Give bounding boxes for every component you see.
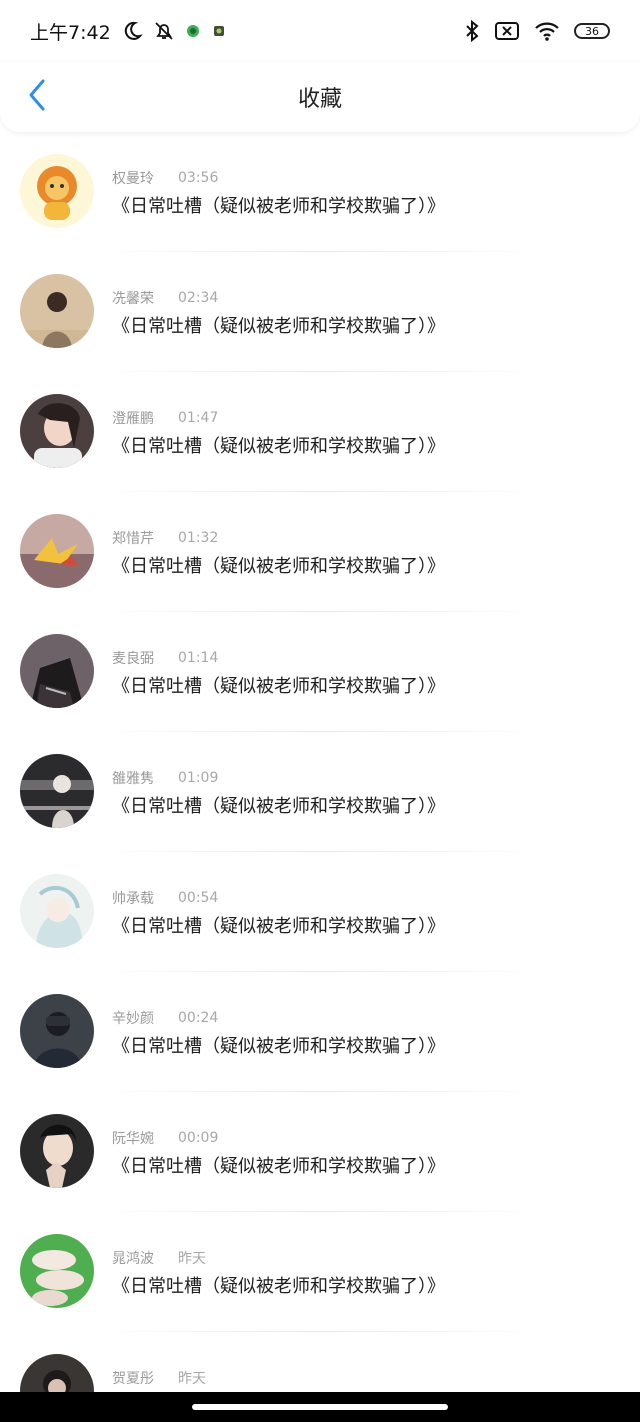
author-name: 麦良弼 — [112, 651, 154, 667]
item-meta: 权曼玲 03:56 — [112, 168, 218, 188]
item-title: 《日常吐槽（疑似被老师和学校欺骗了）》 — [112, 1156, 445, 1177]
item-meta: 贺夏彤 昨天 — [112, 1368, 206, 1388]
bluetooth-icon — [464, 19, 480, 43]
author-name: 阮华婉 — [112, 1131, 154, 1147]
moon-icon — [121, 20, 143, 42]
avatar[interactable] — [20, 394, 94, 468]
avatar[interactable] — [20, 634, 94, 708]
status-left: 上午7:42 — [30, 18, 227, 45]
author-name: 辛妙颜 — [112, 1011, 154, 1027]
author-name: 冼馨荣 — [112, 291, 154, 307]
author-name: 权曼玲 — [112, 171, 154, 187]
timestamp: 01:09 — [178, 770, 219, 786]
avatar[interactable] — [20, 874, 94, 948]
item-meta: 阮华婉 00:09 — [112, 1128, 218, 1148]
item-meta: 雒雅隽 01:09 — [112, 768, 218, 788]
wifi-icon — [534, 20, 560, 42]
favorites-list: 权曼玲 03:56 《日常吐槽（疑似被老师和学校欺骗了）》 冼馨荣 02:34 … — [0, 132, 640, 1422]
avatar[interactable] — [20, 754, 94, 828]
list-item[interactable]: 郑惜芹 01:32 《日常吐槽（疑似被老师和学校欺骗了）》 — [0, 492, 640, 612]
nav-bar: 收藏 — [0, 62, 640, 132]
item-title: 《日常吐槽（疑似被老师和学校欺骗了）》 — [112, 196, 445, 217]
timestamp: 00:24 — [178, 1010, 219, 1026]
bell-off-icon — [153, 20, 175, 42]
item-title: 《日常吐槽（疑似被老师和学校欺骗了）》 — [112, 1276, 445, 1297]
author-name: 郑惜芹 — [112, 531, 154, 547]
item-title: 《日常吐槽（疑似被老师和学校欺骗了）》 — [112, 676, 445, 697]
item-meta: 麦良弼 01:14 — [112, 648, 218, 668]
list-item[interactable]: 辛妙颜 00:24 《日常吐槽（疑似被老师和学校欺骗了）》 — [0, 972, 640, 1092]
timestamp: 01:14 — [178, 650, 219, 666]
timestamp: 昨天 — [178, 1251, 206, 1267]
status-right: 36 — [464, 19, 610, 43]
item-title: 《日常吐槽（疑似被老师和学校欺骗了）》 — [112, 796, 445, 817]
author-name: 帅承载 — [112, 891, 154, 907]
avatar[interactable] — [20, 1234, 94, 1308]
page-title: 收藏 — [297, 87, 342, 112]
back-button[interactable] — [20, 78, 54, 116]
avatar[interactable] — [20, 1114, 94, 1188]
app-icon-small — [211, 23, 227, 39]
timestamp: 00:09 — [178, 1130, 219, 1146]
author-name: 澄雁鹏 — [112, 411, 154, 427]
item-meta: 帅承载 00:54 — [112, 888, 218, 908]
author-name: 贺夏彤 — [112, 1371, 154, 1387]
item-meta: 辛妙颜 00:24 — [112, 1008, 218, 1028]
item-title: 《日常吐槽（疑似被老师和学校欺骗了）》 — [112, 436, 445, 457]
avatar[interactable] — [20, 154, 94, 228]
status-time: 上午7:42 — [30, 21, 111, 44]
list-item[interactable]: 阮华婉 00:09 《日常吐槽（疑似被老师和学校欺骗了）》 — [0, 1092, 640, 1212]
list-item[interactable]: 帅承载 00:54 《日常吐槽（疑似被老师和学校欺骗了）》 — [0, 852, 640, 972]
app-icon-green — [185, 23, 201, 39]
list-item[interactable]: 澄雁鹏 01:47 《日常吐槽（疑似被老师和学校欺骗了）》 — [0, 372, 640, 492]
timestamp: 00:54 — [178, 890, 219, 906]
list-item[interactable]: 晁鸿波 昨天 《日常吐槽（疑似被老师和学校欺骗了）》 — [0, 1212, 640, 1332]
chevron-left-icon — [26, 78, 48, 116]
timestamp: 01:32 — [178, 530, 219, 546]
avatar[interactable] — [20, 994, 94, 1068]
sim-x-icon — [494, 20, 520, 42]
item-title: 《日常吐槽（疑似被老师和学校欺骗了）》 — [112, 556, 445, 577]
author-name: 晁鸿波 — [112, 1251, 154, 1267]
author-name: 雒雅隽 — [112, 771, 154, 787]
battery-indicator: 36 — [574, 23, 610, 39]
item-title: 《日常吐槽（疑似被老师和学校欺骗了）》 — [112, 916, 445, 937]
list-item[interactable]: 雒雅隽 01:09 《日常吐槽（疑似被老师和学校欺骗了）》 — [0, 732, 640, 852]
avatar[interactable] — [20, 274, 94, 348]
timestamp: 02:34 — [178, 290, 219, 306]
item-meta: 澄雁鹏 01:47 — [112, 408, 218, 428]
item-meta: 冼馨荣 02:34 — [112, 288, 218, 308]
list-item[interactable]: 冼馨荣 02:34 《日常吐槽（疑似被老师和学校欺骗了）》 — [0, 252, 640, 372]
list-item[interactable]: 麦良弼 01:14 《日常吐槽（疑似被老师和学校欺骗了）》 — [0, 612, 640, 732]
timestamp: 01:47 — [178, 410, 219, 426]
timestamp: 昨天 — [178, 1371, 206, 1387]
avatar[interactable] — [20, 514, 94, 588]
item-meta: 郑惜芹 01:32 — [112, 528, 218, 548]
home-indicator[interactable] — [192, 1404, 448, 1410]
item-title: 《日常吐槽（疑似被老师和学校欺骗了）》 — [112, 1036, 445, 1057]
timestamp: 03:56 — [178, 170, 219, 186]
list-item[interactable]: 权曼玲 03:56 《日常吐槽（疑似被老师和学校欺骗了）》 — [0, 132, 640, 252]
item-title: 《日常吐槽（疑似被老师和学校欺骗了）》 — [112, 316, 445, 337]
item-meta: 晁鸿波 昨天 — [112, 1248, 206, 1268]
status-bar: 上午7:42 36 — [0, 0, 640, 62]
